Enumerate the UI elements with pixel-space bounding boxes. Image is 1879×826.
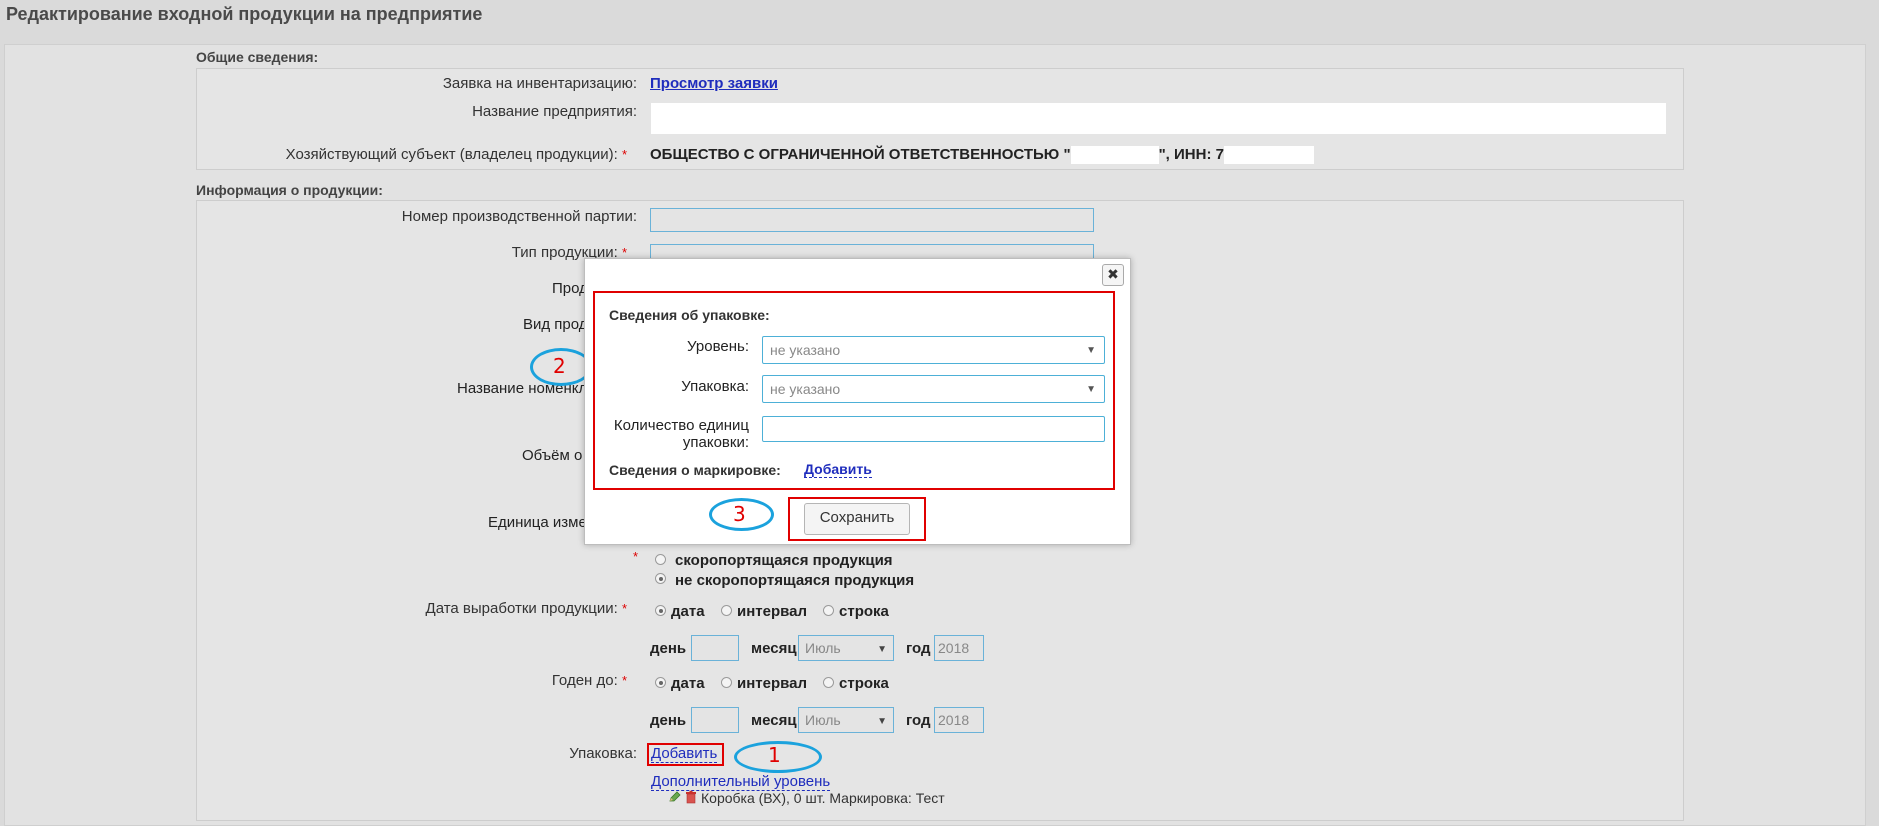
enterprise-label: Название предприятия:: [472, 103, 637, 120]
production-month-select[interactable]: Июль ▼: [798, 635, 894, 661]
required-marker: *: [621, 147, 627, 162]
owner-inn-redacted: [1223, 146, 1314, 165]
expiry-mode-date-radio[interactable]: [655, 677, 666, 688]
non-perishable-label: не скоропортящаяся продукция: [675, 572, 915, 589]
expiry-mode-string-radio[interactable]: [823, 677, 834, 688]
page-title: Редактирование входной продукции на пред…: [6, 4, 483, 24]
dialog-package-value: не указано: [770, 381, 841, 397]
production-date-label: Дата выработки продукции: *: [27, 600, 627, 617]
close-icon[interactable]: ✖: [1102, 264, 1124, 286]
general-section-heading: Общие сведения:: [196, 49, 319, 65]
batch-number-input[interactable]: [650, 208, 1094, 232]
expiry-year-label: год: [906, 712, 931, 729]
unit-label-partial: Единица изме: [488, 514, 587, 531]
chevron-down-icon: ▼: [1086, 345, 1096, 356]
product-label-partial: Прод: [552, 280, 588, 297]
owner-redacted-block: [1070, 146, 1159, 165]
required-marker: *: [621, 673, 627, 688]
extra-level-link[interactable]: Дополнительный уровень: [651, 773, 831, 791]
trash-icon[interactable]: [684, 790, 698, 804]
production-month-label: месяц: [751, 640, 797, 657]
packaging-label: Упаковка:: [569, 745, 637, 762]
chevron-down-icon: ▼: [877, 644, 887, 655]
volume-label-partial: Объём о: [522, 447, 583, 464]
owner-label: Хозяйствующий субъект (владелец продукци…: [27, 146, 627, 163]
production-date-mode-date-radio[interactable]: [655, 605, 666, 616]
perishable-label: скоропортящаяся продукция: [675, 552, 893, 569]
pencil-icon[interactable]: [668, 790, 682, 804]
dialog-level-value: не указано: [770, 342, 841, 358]
dialog-quantity-input[interactable]: [762, 416, 1105, 442]
expiry-label-text: Годен до:: [551, 672, 618, 689]
expiry-mode-interval-radio[interactable]: [721, 677, 732, 688]
production-date-mode-interval-label: интервал: [737, 603, 808, 620]
expiry-month-label: месяц: [751, 712, 797, 729]
enterprise-name-field: [651, 103, 1666, 134]
package-item-text: Коробка (ВХ), 0 шт. Маркировка: Тест: [701, 790, 945, 806]
chevron-down-icon: ▼: [877, 716, 887, 727]
view-request-link[interactable]: Просмотр заявки: [650, 75, 778, 92]
production-date-mode-date-label: дата: [671, 603, 705, 620]
required-marker: *: [621, 601, 627, 616]
production-year-input[interactable]: 2018: [934, 635, 984, 661]
expiry-month-select[interactable]: Июль ▼: [798, 707, 894, 733]
expiry-label: Годен до: *: [27, 672, 627, 689]
production-date-mode-string-radio[interactable]: [823, 605, 834, 616]
dialog-level-label: Уровень:: [687, 338, 749, 355]
expiry-mode-interval-label: интервал: [737, 675, 808, 692]
expiry-month-value: Июль: [805, 712, 841, 728]
production-day-input[interactable]: [691, 635, 739, 661]
product-section-heading: Информация о продукции:: [196, 182, 383, 198]
required-marker: *: [633, 549, 639, 564]
perishable-radio[interactable]: [655, 554, 666, 565]
production-month-value: Июль: [805, 640, 841, 656]
owner-value: ОБЩЕСТВО С ОГРАНИЧЕННОЙ ОТВЕТСТВЕННОСТЬЮ…: [650, 146, 1314, 165]
dialog-quantity-label: Количество единиц упаковки:: [613, 417, 749, 451]
batch-label: Номер производственной партии:: [401, 208, 637, 225]
expiry-day-input[interactable]: [691, 707, 739, 733]
kind-label-partial: Вид прод: [523, 316, 588, 333]
expiry-day-label: день: [650, 712, 687, 729]
dialog-marking-label: Сведения о маркировке:: [609, 462, 781, 478]
production-date-mode-interval-radio[interactable]: [721, 605, 732, 616]
owner-inn-label: ", ИНН:: [1158, 146, 1212, 163]
production-year-label: год: [906, 640, 931, 657]
dialog-package-label: Упаковка:: [681, 378, 749, 395]
production-date-mode-string-label: строка: [839, 603, 889, 620]
annotation-number-1: 1: [768, 743, 781, 767]
chevron-down-icon: ▼: [1086, 384, 1096, 395]
owner-label-text: Хозяйствующий субъект (владелец продукци…: [285, 146, 618, 163]
dialog-marking-add-link[interactable]: Добавить: [804, 461, 872, 478]
annotation-number-3: 3: [733, 502, 746, 526]
production-date-label-text: Дата выработки продукции:: [425, 600, 618, 617]
expiry-mode-date-label: дата: [671, 675, 705, 692]
save-button[interactable]: Сохранить: [804, 503, 910, 535]
expiry-mode-string-label: строка: [839, 675, 889, 692]
non-perishable-radio[interactable]: [655, 573, 666, 584]
dialog-packaging-heading: Сведения об упаковке:: [609, 307, 770, 323]
product-type-label: Тип продукции: *: [27, 244, 627, 261]
owner-name-text: ОБЩЕСТВО С ОГРАНИЧЕННОЙ ОТВЕТСТВЕННОСТЬЮ…: [650, 146, 1071, 163]
request-label: Заявка на инвентаризацию:: [442, 75, 637, 92]
expiry-year-value: 2018: [938, 712, 970, 728]
production-day-label: день: [650, 640, 687, 657]
dialog-package-select[interactable]: не указано ▼: [762, 375, 1105, 403]
production-year-value: 2018: [938, 640, 970, 656]
annotation-number-2: 2: [553, 354, 566, 378]
owner-inn-prefix: 7: [1215, 146, 1224, 163]
dialog-level-select[interactable]: не указано ▼: [762, 336, 1105, 364]
packaging-add-link[interactable]: Добавить: [651, 745, 718, 763]
expiry-year-input[interactable]: 2018: [934, 707, 984, 733]
